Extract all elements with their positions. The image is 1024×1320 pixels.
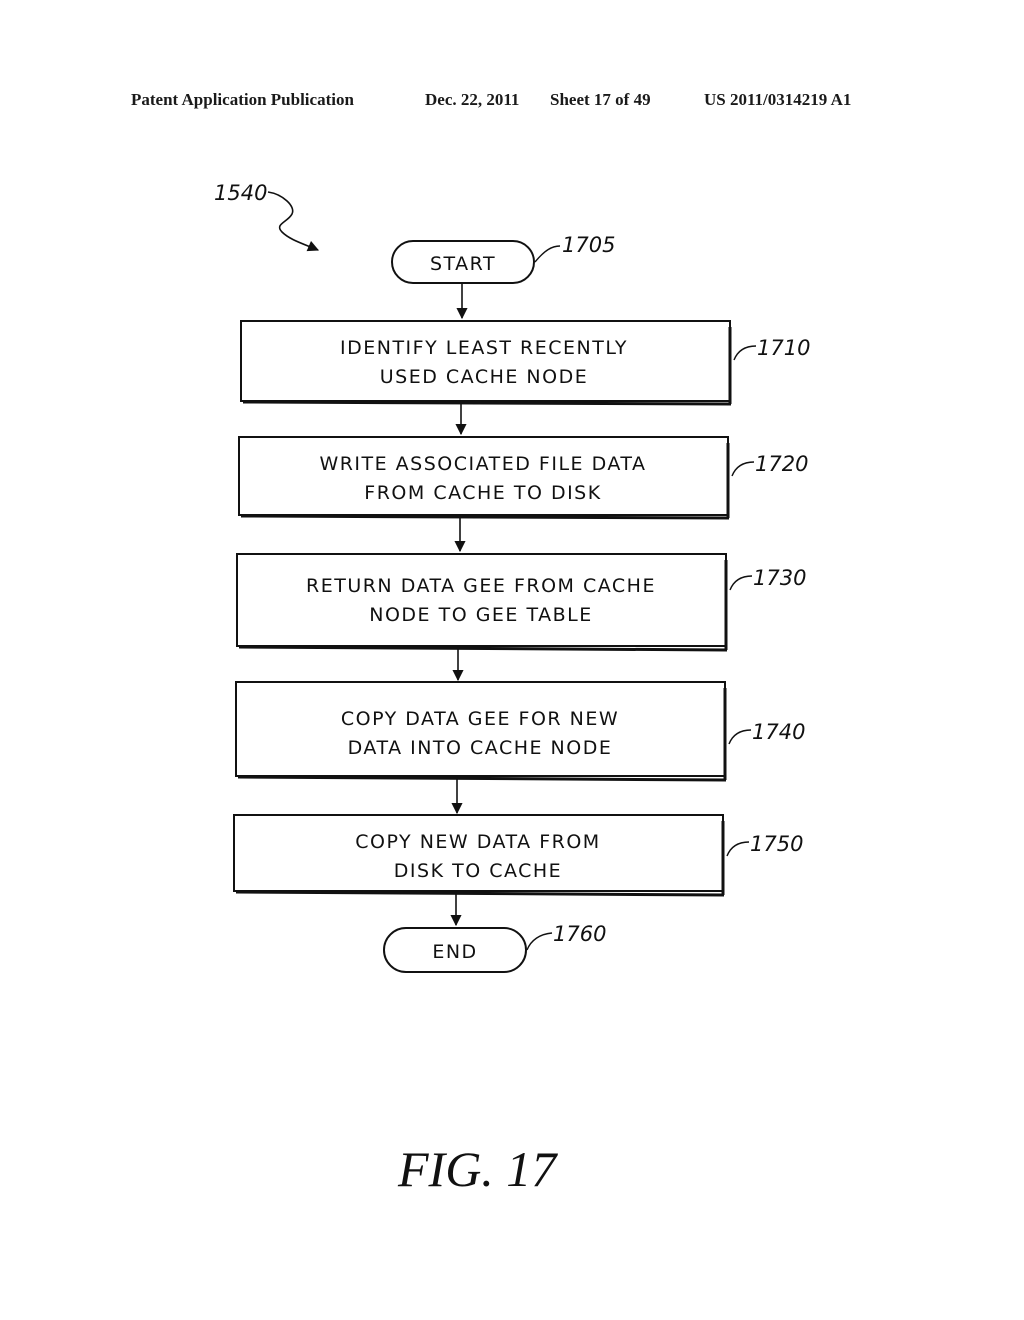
ref-leader-1705 (534, 245, 561, 263)
step-1720-line-2: FROM CACHE TO DISK (364, 482, 601, 504)
figure-label: FIG. 17 (397, 1141, 558, 1197)
process-ref-label: 1540 (214, 181, 267, 205)
end-terminal: END (383, 927, 527, 973)
process-box-1750: COPY NEW DATA FROM DISK TO CACHE (233, 814, 725, 897)
ref-leader-1730 (729, 575, 753, 591)
start-label: START (430, 253, 496, 275)
step-1730-line-1: RETURN DATA GEE FROM CACHE (306, 575, 656, 597)
end-ref: 1760 (553, 922, 606, 946)
start-terminal: START (391, 240, 535, 284)
ref-leader-1720 (731, 461, 755, 477)
step-1750-line-2: DISK TO CACHE (394, 860, 562, 882)
flowchart: 1540 START 1705 IDENTIFY LEAST RECENTLY … (214, 181, 810, 1197)
step-1710-line-2: USED CACHE NODE (380, 366, 588, 388)
ref-leader-1750 (726, 841, 750, 857)
start-ref: 1705 (562, 233, 615, 257)
step-1740-ref: 1740 (752, 720, 805, 744)
step-1740-line-1: COPY DATA GEE FOR NEW (341, 708, 619, 730)
process-box-1720: WRITE ASSOCIATED FILE DATA FROM CACHE TO… (238, 436, 730, 520)
process-box-1740: COPY DATA GEE FOR NEW DATA INTO CACHE NO… (235, 681, 727, 782)
step-1710-ref: 1710 (757, 336, 810, 360)
step-1730-ref: 1730 (753, 566, 806, 590)
ref-leader-1740 (728, 729, 752, 745)
process-box-1710: IDENTIFY LEAST RECENTLY USED CACHE NODE (240, 320, 732, 406)
step-1730-line-2: NODE TO GEE TABLE (369, 604, 592, 626)
process-ref-arrow (267, 191, 320, 252)
ref-leader-1710 (733, 345, 757, 361)
step-1750-ref: 1750 (750, 832, 803, 856)
step-1750-line-1: COPY NEW DATA FROM (355, 831, 600, 853)
ref-leader-1760 (526, 932, 553, 951)
end-label: END (432, 941, 477, 963)
step-1710-line-1: IDENTIFY LEAST RECENTLY (340, 337, 628, 359)
step-1740-line-2: DATA INTO CACHE NODE (348, 737, 613, 759)
step-1720-ref: 1720 (755, 452, 808, 476)
process-box-1730: RETURN DATA GEE FROM CACHE NODE TO GEE T… (236, 553, 728, 652)
step-1720-line-1: WRITE ASSOCIATED FILE DATA (319, 453, 646, 475)
